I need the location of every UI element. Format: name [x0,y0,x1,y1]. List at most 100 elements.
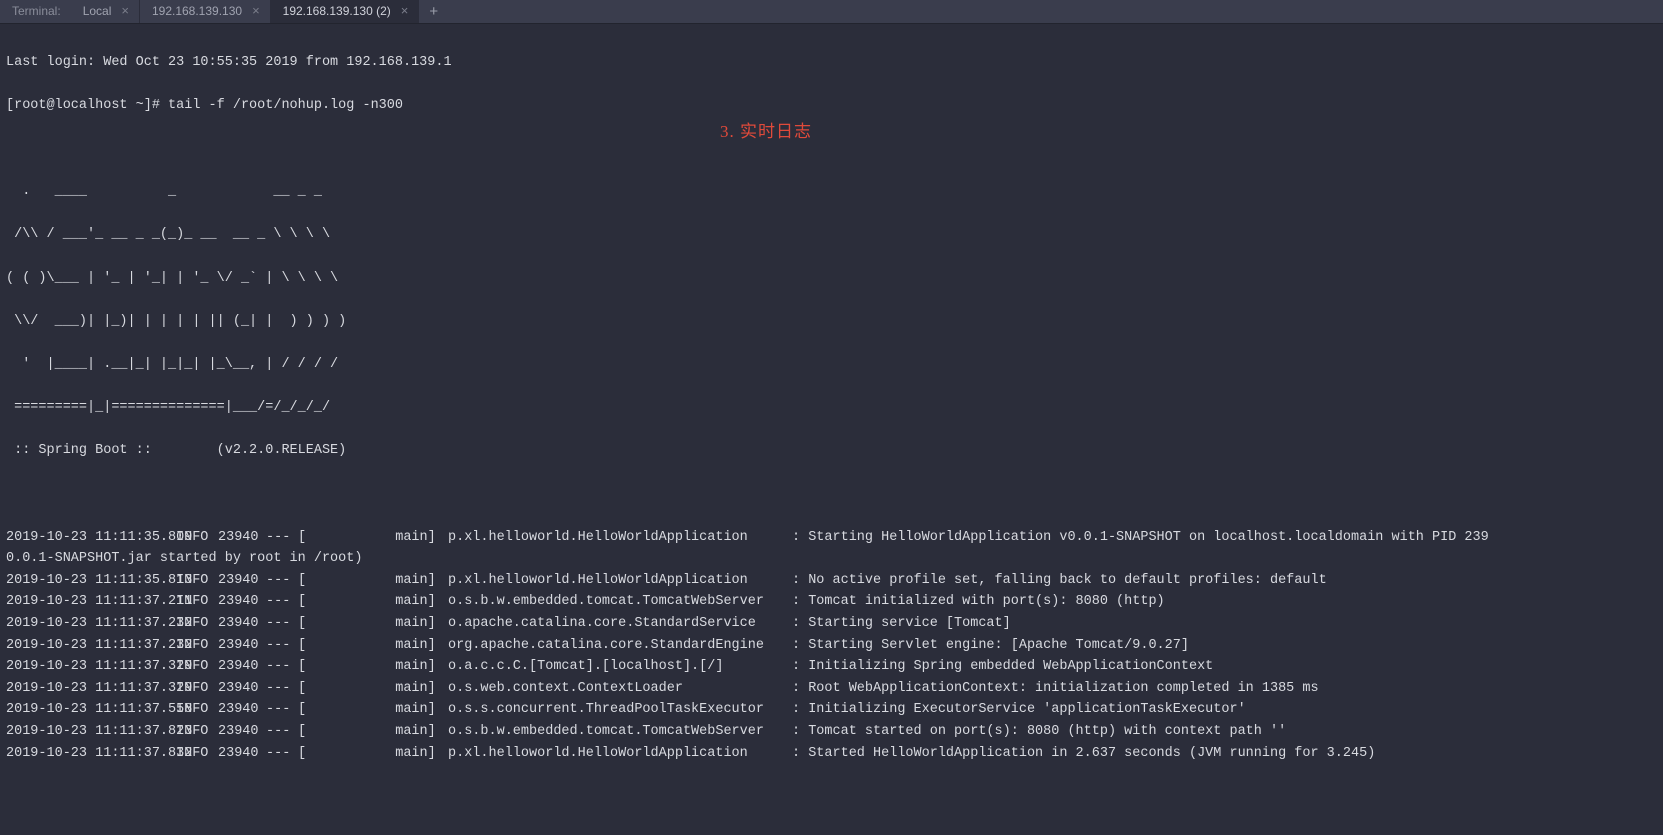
log-message: : Starting Servlet engine: [Apache Tomca… [792,635,1189,657]
log-logger: org.apache.catalina.core.StandardEngine [448,635,792,657]
log-level: INFO [176,527,218,549]
log-logger: p.xl.helloworld.HelloWorldApplication [448,527,792,549]
log-line: 2019-10-23 11:11:37.211INFO23940---[ mai… [6,591,1657,613]
log-separator: --- [266,721,298,743]
log-logger: o.s.s.concurrent.ThreadPoolTaskExecutor [448,699,792,721]
log-message: : Tomcat started on port(s): 8080 (http)… [792,721,1286,743]
log-thread: [ main] [298,527,448,549]
log-logger: p.xl.helloworld.HelloWorldApplication [448,743,792,765]
banner-line: . ____ _ __ _ _ [6,181,1657,203]
log-thread: [ main] [298,721,448,743]
log-line: 2019-10-23 11:11:37.232INFO23940---[ mai… [6,635,1657,657]
log-line: 2019-10-23 11:11:37.832INFO23940---[ mai… [6,743,1657,765]
log-level: INFO [176,591,218,613]
log-separator: --- [266,656,298,678]
log-pid: 23940 [218,743,266,765]
log-thread: [ main] [298,591,448,613]
terminal-output[interactable]: Last login: Wed Oct 23 10:55:35 2019 fro… [0,24,1663,835]
log-timestamp: 2019-10-23 11:11:37.558 [6,699,176,721]
log-line: 2019-10-23 11:11:35.813INFO23940---[ mai… [6,570,1657,592]
log-message: : Root WebApplicationContext: initializa… [792,678,1319,700]
terminal-label: Terminal: [0,0,71,23]
log-lines: 2019-10-23 11:11:35.809INFO23940---[ mai… [6,527,1657,765]
tab-local[interactable]: Local × [71,0,140,23]
log-message: : Initializing Spring embedded WebApplic… [792,656,1213,678]
last-login-line: Last login: Wed Oct 23 10:55:35 2019 fro… [6,52,1657,74]
prompt: [root@localhost ~]# [6,98,168,113]
log-pid: 23940 [218,721,266,743]
log-logger: o.s.web.context.ContextLoader [448,678,792,700]
log-level: INFO [176,721,218,743]
log-thread: [ main] [298,656,448,678]
log-separator: --- [266,743,298,765]
tab-remote-1[interactable]: 192.168.139.130 × [140,0,271,23]
log-logger: o.s.b.w.embedded.tomcat.TomcatWebServer [448,591,792,613]
log-separator: --- [266,699,298,721]
log-thread: [ main] [298,678,448,700]
log-level: INFO [176,613,218,635]
log-line: 2019-10-23 11:11:37.558INFO23940---[ mai… [6,699,1657,721]
log-message: : No active profile set, falling back to… [792,570,1327,592]
log-line: 2019-10-23 11:11:35.809INFO23940---[ mai… [6,527,1657,549]
log-level: INFO [176,570,218,592]
blank-line [6,483,1657,505]
log-continuation: 0.0.1-SNAPSHOT.jar started by root in /r… [6,548,1657,570]
log-timestamp: 2019-10-23 11:11:37.329 [6,656,176,678]
banner-line: ( ( )\___ | '_ | '_| | '_ \/ _` | \ \ \ … [6,268,1657,290]
log-level: INFO [176,699,218,721]
close-icon[interactable]: × [399,1,411,22]
log-timestamp: 2019-10-23 11:11:37.329 [6,678,176,700]
log-thread: [ main] [298,613,448,635]
log-line: 2019-10-23 11:11:37.232INFO23940---[ mai… [6,613,1657,635]
tab-remote-2[interactable]: 192.168.139.130 (2) × [271,0,420,23]
tab-bar: Terminal: Local × 192.168.139.130 × 192.… [0,0,1663,24]
log-timestamp: 2019-10-23 11:11:35.813 [6,570,176,592]
log-timestamp: 2019-10-23 11:11:35.809 [6,527,176,549]
log-pid: 23940 [218,570,266,592]
log-level: INFO [176,656,218,678]
log-logger: o.a.c.c.C.[Tomcat].[localhost].[/] [448,656,792,678]
command-text: tail -f /root/nohup.log -n300 [168,98,403,113]
log-message: : Tomcat initialized with port(s): 8080 … [792,591,1165,613]
log-timestamp: 2019-10-23 11:11:37.832 [6,743,176,765]
log-separator: --- [266,678,298,700]
close-icon[interactable]: × [119,1,131,22]
annotation-label: 3. 实时日志 [720,118,812,145]
log-pid: 23940 [218,656,266,678]
log-timestamp: 2019-10-23 11:11:37.823 [6,721,176,743]
log-pid: 23940 [218,527,266,549]
log-pid: 23940 [218,635,266,657]
log-pid: 23940 [218,591,266,613]
log-timestamp: 2019-10-23 11:11:37.232 [6,613,176,635]
log-thread: [ main] [298,570,448,592]
log-timestamp: 2019-10-23 11:11:37.211 [6,591,176,613]
log-line: 2019-10-23 11:11:37.329INFO23940---[ mai… [6,678,1657,700]
log-logger: o.apache.catalina.core.StandardService [448,613,792,635]
log-separator: --- [266,570,298,592]
log-separator: --- [266,635,298,657]
log-pid: 23940 [218,699,266,721]
log-line: 2019-10-23 11:11:37.823INFO23940---[ mai… [6,721,1657,743]
log-level: INFO [176,635,218,657]
log-timestamp: 2019-10-23 11:11:37.232 [6,635,176,657]
log-thread: [ main] [298,699,448,721]
log-message: : Initializing ExecutorService 'applicat… [792,699,1246,721]
tab-title: 192.168.139.130 [152,2,242,21]
log-thread: [ main] [298,635,448,657]
log-line: 2019-10-23 11:11:37.329INFO23940---[ mai… [6,656,1657,678]
log-logger: o.s.b.w.embedded.tomcat.TomcatWebServer [448,721,792,743]
log-message: : Starting service [Tomcat] [792,613,1011,635]
log-logger: p.xl.helloworld.HelloWorldApplication [448,570,792,592]
tab-title: 192.168.139.130 (2) [283,2,391,21]
log-pid: 23940 [218,613,266,635]
log-separator: --- [266,613,298,635]
banner-line: \\/ ___)| |_)| | | | | || (_| | ) ) ) ) [6,311,1657,333]
banner-line: ' |____| .__|_| |_|_| |_\__, | / / / / [6,354,1657,376]
add-tab-button[interactable]: + [419,0,448,23]
plus-icon: + [429,0,438,24]
log-separator: --- [266,591,298,613]
log-message: : Starting HelloWorldApplication v0.0.1-… [792,527,1489,549]
close-icon[interactable]: × [250,1,262,22]
log-level: INFO [176,743,218,765]
log-pid: 23940 [218,678,266,700]
